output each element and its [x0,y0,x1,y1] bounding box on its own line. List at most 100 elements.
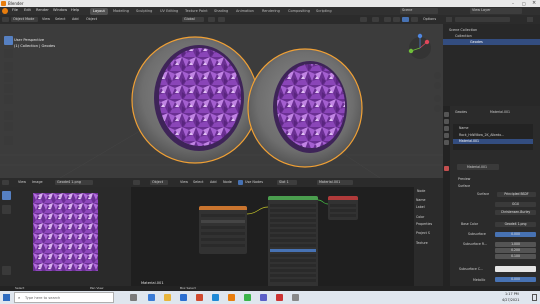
render-properties-icon[interactable] [444,112,449,117]
sidebar-item-color[interactable]: Color [416,215,424,219]
base-color-texture[interactable]: Geode4 1.png [495,222,536,227]
zoom-icon[interactable] [434,72,441,79]
maximize-button[interactable]: □ [522,1,526,6]
annotate-tool-icon[interactable] [4,111,13,120]
material-slot-rock[interactable]: Rock_HdWillow_2K_Albedo... [459,133,504,137]
subsurface-radius-y[interactable]: 0.200 [495,248,536,253]
cursor-tool-icon[interactable] [4,49,13,58]
taskbar-search-box[interactable]: ⌕ Type here to search [14,292,114,303]
minimize-button[interactable]: – [512,1,514,6]
subsurface-method-selector[interactable]: Christensen-Burley [495,210,536,215]
modifier-properties-icon[interactable] [444,140,449,145]
image-sample-tool-icon[interactable] [2,266,11,275]
rendered-shading-icon[interactable] [411,17,418,22]
scene-properties-icon[interactable] [444,126,449,131]
menu-help[interactable]: Help [71,8,79,12]
windows-start-icon[interactable] [3,294,10,301]
sidebar-node-header[interactable]: Node [417,189,425,193]
outliner-editor-icon[interactable] [446,17,452,22]
surface-panel[interactable]: Surface [458,184,470,188]
measure-tool-icon[interactable] [4,122,13,131]
view-layer-selector[interactable]: View Layer [470,8,522,14]
outliner-search-input[interactable] [455,17,510,22]
wireframe-shading-icon[interactable] [384,17,391,22]
transform-orientation[interactable]: Global [182,17,204,22]
image-editor[interactable]: View Image Geode4 1.png [0,178,131,291]
image-select-tool-icon[interactable] [2,191,11,200]
subsurface-color-swatch[interactable] [495,266,536,272]
office-icon[interactable] [196,294,203,301]
mode-selector[interactable]: Object Mode [11,17,38,22]
proportional-edit-icon[interactable] [218,17,225,22]
image-menu-view[interactable]: View [18,180,26,184]
teams-icon[interactable] [260,294,267,301]
image-menu-image[interactable]: Image [32,180,43,184]
solid-shading-icon[interactable] [393,17,400,22]
material-shading-icon[interactable] [402,17,409,22]
viewport-menu-view[interactable]: View [42,17,50,21]
sidebar-item-properties[interactable]: Properties [416,222,432,226]
material-properties-icon[interactable] [444,166,449,171]
select-box-tool-icon[interactable] [4,36,13,45]
chrome-icon[interactable] [244,294,251,301]
scene-selector[interactable]: Scene [400,8,438,14]
outliner-selected-row[interactable]: Geodes [443,39,540,45]
perspective-toggle-icon[interactable] [434,105,441,112]
camera-view-icon[interactable] [434,95,441,102]
tab-animation[interactable]: Animation [233,8,257,15]
outliner-collection[interactable]: Collection [455,34,472,38]
material-slot-name[interactable]: Name [459,126,468,130]
tab-uv-editing[interactable]: UV Editing [157,8,181,15]
subsurface-value-field[interactable]: 0.000 [495,232,536,237]
task-view-icon[interactable] [130,294,137,301]
shader-node-editor[interactable]: Object View Select Add Node Use Nodes Sl… [131,178,443,291]
blender-menu-icon[interactable] [2,8,8,14]
menu-window[interactable]: Window [53,8,67,12]
menu-render[interactable]: Render [36,8,49,12]
viewport-menu-object[interactable]: Object [86,17,97,21]
xray-icon[interactable] [372,17,379,22]
viewport-menu-select[interactable]: Select [55,17,65,21]
image-selector[interactable]: Geode4 1.png [55,180,93,185]
outliner-scene-collection[interactable]: Scene Collection [449,28,477,32]
notification-icon[interactable] [532,294,537,301]
output-properties-icon[interactable] [444,119,449,124]
distribution-selector[interactable]: GGX [495,202,536,207]
add-cube-tool-icon[interactable] [4,136,13,145]
subsurface-radius-z[interactable]: 0.100 [495,254,536,259]
object-properties-icon[interactable] [444,133,449,138]
app-icon[interactable] [292,294,299,301]
material-selector[interactable]: Material.001 [457,164,499,170]
subsurface-radius-x[interactable]: 1.000 [495,242,536,247]
menu-file[interactable]: File [12,8,18,12]
snap-icon[interactable] [208,17,215,22]
preview-panel[interactable]: Preview [458,177,470,181]
edge-icon[interactable] [148,294,155,301]
viewport-menu-add[interactable]: Add [72,17,79,21]
tab-shading[interactable]: Shading [211,8,231,15]
store-icon[interactable] [180,294,187,301]
image-cursor-tool-icon[interactable] [2,205,11,214]
pan-icon[interactable] [434,82,441,89]
tab-layout[interactable]: Layout [90,7,108,15]
tab-compositing[interactable]: Compositing [285,8,313,15]
menu-edit[interactable]: Edit [24,8,31,12]
tab-scripting[interactable]: Scripting [313,8,335,15]
sidebar-texture[interactable]: Texture [416,241,428,245]
sidebar-project-settings[interactable]: Project S [416,231,430,235]
editor-type-icon[interactable] [2,17,9,22]
filter-icon[interactable] [527,17,533,22]
blender-taskbar-icon[interactable] [228,294,235,301]
tab-texture-paint[interactable]: Texture Paint [182,8,211,15]
close-button[interactable]: × [532,0,536,6]
scale-tool-icon[interactable] [4,84,13,93]
file-explorer-icon[interactable] [164,294,171,301]
tab-rendering[interactable]: Rendering [259,8,283,15]
rotate-tool-icon[interactable] [4,73,13,82]
metallic-value-field[interactable]: 0.000 [495,277,536,282]
tab-sculpting[interactable]: Sculpting [133,8,155,15]
tab-modeling[interactable]: Modeling [110,8,132,15]
material-slot-selected[interactable]: Material.001 [453,139,533,144]
3d-viewport[interactable]: User Perspective (1) Collection | Geodes [0,15,443,178]
photoshop-icon[interactable] [276,294,283,301]
